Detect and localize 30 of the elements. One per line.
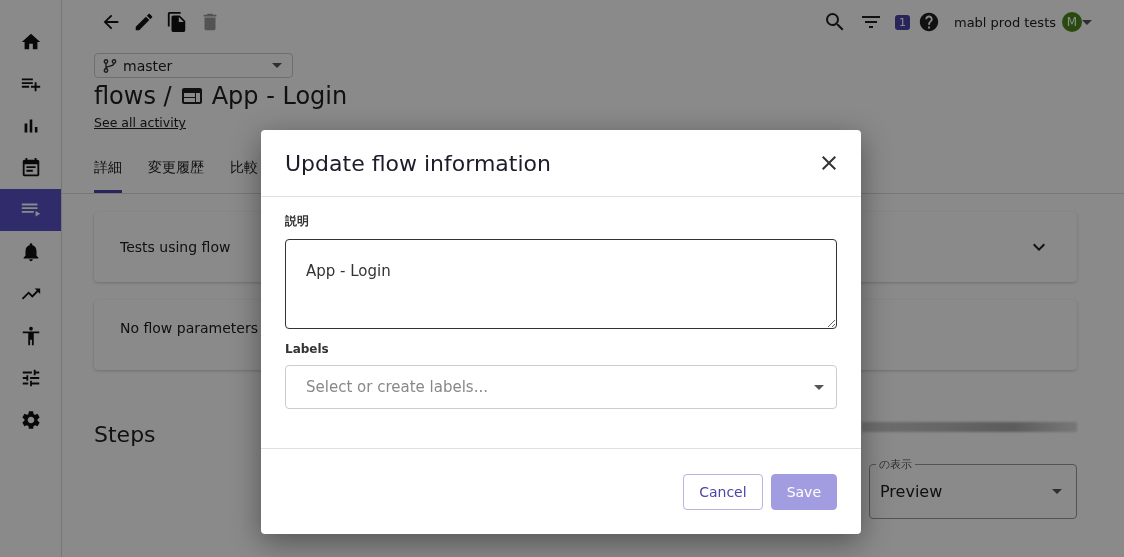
section-title: Steps: [94, 422, 157, 447]
description-field[interactable]: App - Login: [285, 239, 837, 329]
card-title: No flow parameters: [120, 320, 259, 336]
caret-icon: [814, 384, 824, 390]
help-icon[interactable]: [918, 11, 940, 33]
tab[interactable]: 詳細: [94, 149, 122, 193]
copy-icon[interactable]: [166, 11, 188, 33]
dialog-title: Update flow information: [285, 150, 552, 176]
activity-link[interactable]: See all activity: [94, 115, 186, 130]
dialog-button[interactable]: Cancel: [683, 473, 763, 510]
select-value: Preview: [880, 482, 944, 501]
tab[interactable]: 変更履歴: [148, 149, 204, 193]
settings-icon: [19, 409, 42, 431]
branch-icon: [103, 58, 117, 73]
pencil-icon[interactable]: [133, 11, 155, 33]
sidebar-item[interactable]: [0, 189, 61, 231]
branch-select[interactable]: master: [94, 53, 293, 78]
page-title: flows /: [94, 82, 172, 110]
account-name[interactable]: mabl prod tests: [954, 14, 1056, 30]
avatar[interactable]: M: [1062, 12, 1082, 32]
field-label: Labels: [285, 342, 330, 356]
caret-icon: [1052, 489, 1062, 494]
tab[interactable]: 比較: [230, 149, 258, 193]
select-label: の表示: [876, 457, 915, 472]
card-title: Tests using flow: [120, 239, 232, 255]
caret-icon: [272, 63, 282, 68]
account-caret-icon: [1082, 19, 1092, 25]
count-badge: 1: [895, 14, 910, 30]
flow-name: App - Login: [211, 82, 348, 110]
field-label: 説明: [285, 213, 310, 230]
